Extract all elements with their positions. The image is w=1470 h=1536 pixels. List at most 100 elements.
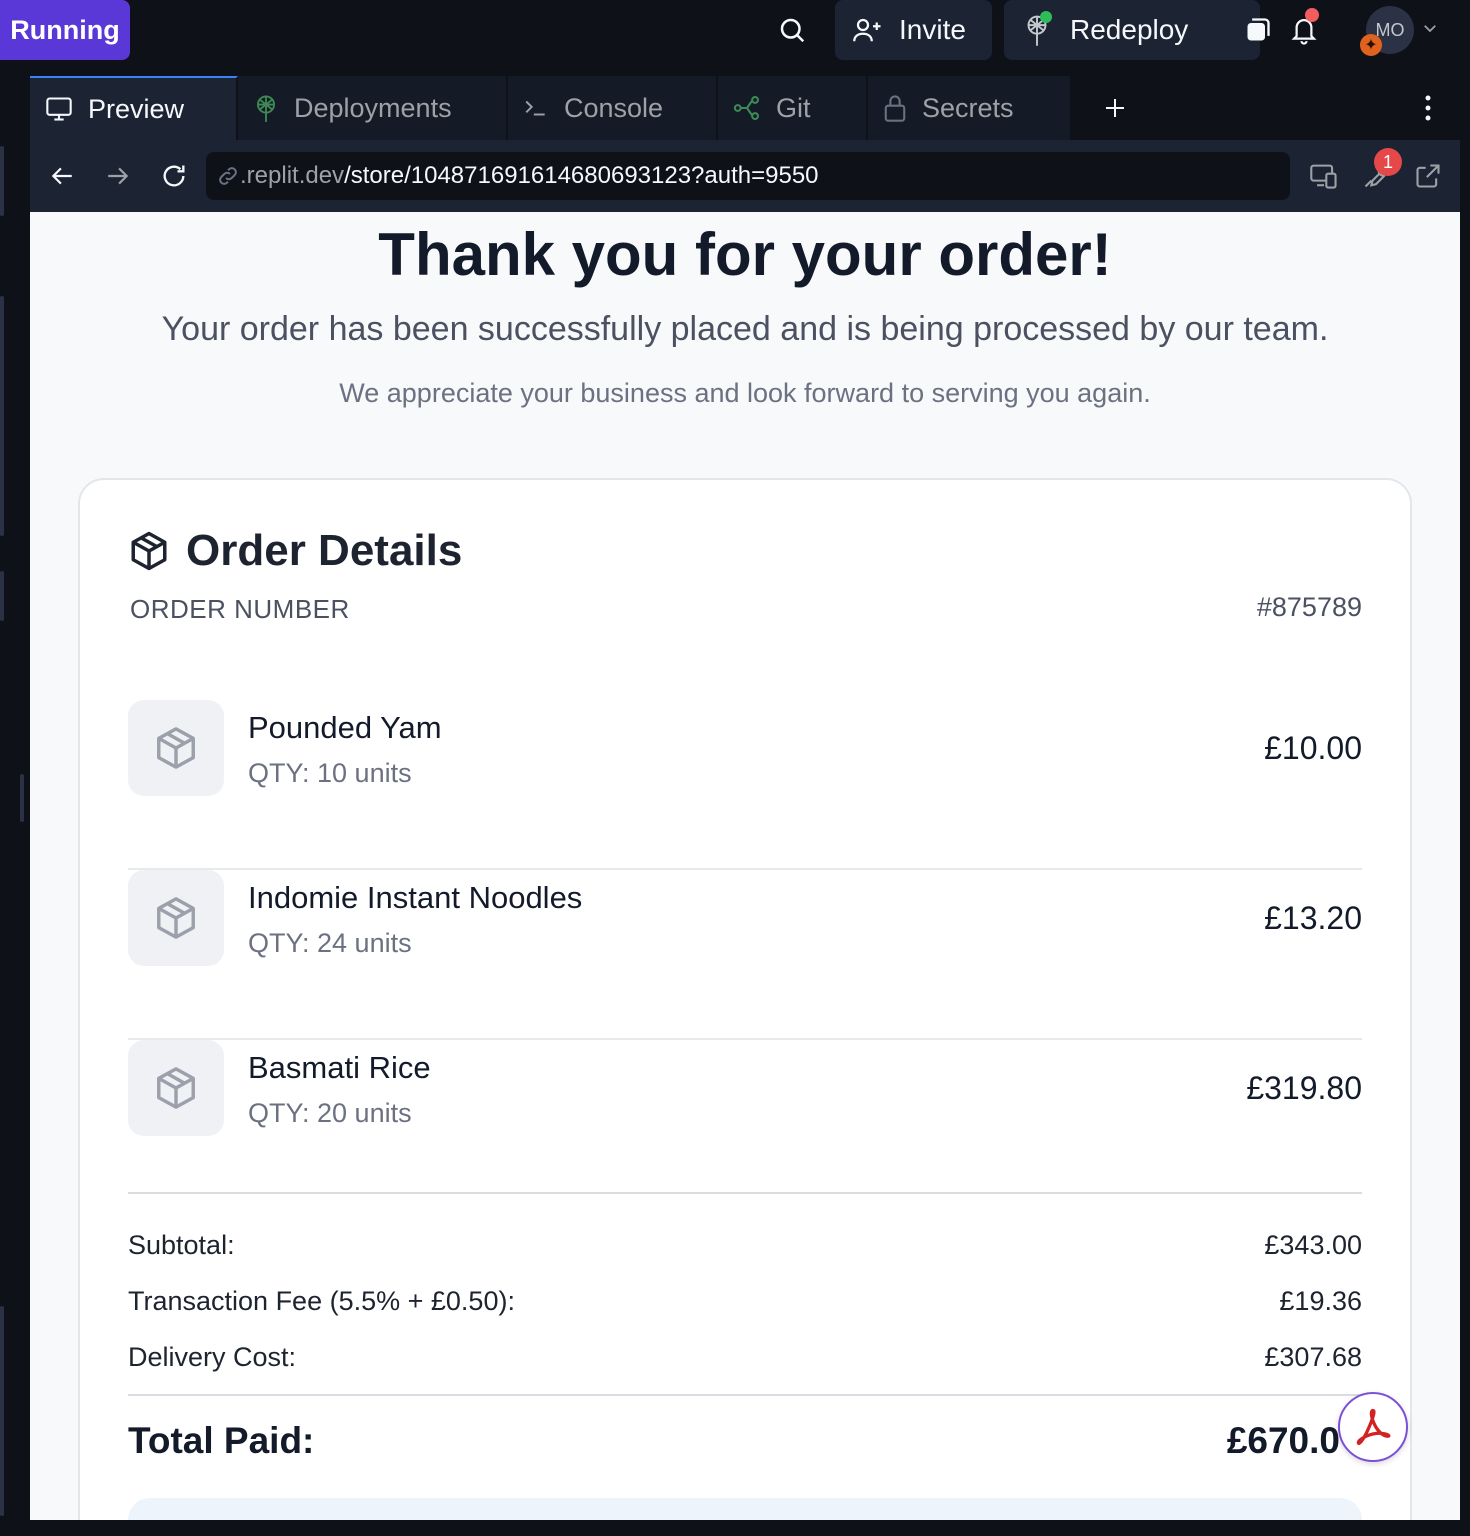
total-row: Total Paid: £670.0 xyxy=(128,1420,1362,1462)
running-button[interactable]: Running xyxy=(0,0,130,60)
chevron-down-icon[interactable] xyxy=(1418,16,1442,40)
avatar-initials: MO xyxy=(1375,19,1405,40)
tab-deployments[interactable]: Deployments xyxy=(238,76,508,140)
item-thumbnail xyxy=(128,700,224,796)
list-item: Basmati Rice QTY: 20 units £319.80 xyxy=(128,1040,1362,1210)
package-icon xyxy=(157,1067,195,1109)
link-icon xyxy=(219,167,237,185)
tab-secrets[interactable]: Secrets xyxy=(868,76,1072,140)
fee-label: Transaction Fee (5.5% + £0.50): xyxy=(128,1286,515,1316)
git-icon xyxy=(733,96,759,120)
tab-preview[interactable]: Preview xyxy=(30,76,238,140)
list-item: Indomie Instant Noodles QTY: 24 units £1… xyxy=(128,870,1362,1040)
preview-toolbar: .replit.dev/store/1048716916146806931​23… xyxy=(30,140,1460,212)
item-name: Basmati Rice xyxy=(248,1050,431,1085)
total-divider xyxy=(128,1394,1362,1396)
add-user-icon xyxy=(853,18,881,42)
fee-value: £19.36 xyxy=(1279,1286,1362,1316)
copy-window-icon[interactable] xyxy=(1244,16,1272,44)
info-box xyxy=(128,1498,1362,1520)
kebab-menu-icon xyxy=(1425,95,1431,121)
back-button[interactable] xyxy=(44,158,80,194)
external-link-icon xyxy=(1416,164,1440,188)
redeploy-button[interactable]: Redeploy xyxy=(1004,0,1270,60)
left-gutter xyxy=(0,76,30,1536)
preview-page: Thank you for your order! Your order has… xyxy=(30,212,1460,1520)
url-input[interactable]: .replit.dev/store/1048716916146806931​23… xyxy=(206,152,1290,200)
subtotal-label: Subtotal: xyxy=(128,1230,235,1260)
order-number-label: ORDER NUMBER xyxy=(130,594,350,624)
pdf-icon xyxy=(1356,1408,1391,1445)
subtotal-row: Subtotal: £343.00 xyxy=(128,1230,1362,1261)
tab-label: Console xyxy=(564,92,664,123)
resize-handle[interactable] xyxy=(20,774,24,822)
item-price: £319.80 xyxy=(1246,1070,1362,1106)
item-thumbnail xyxy=(128,1040,224,1136)
delivery-row: Delivery Cost: £307.68 xyxy=(128,1342,1362,1373)
pdf-button[interactable] xyxy=(1338,1392,1408,1462)
package-icon xyxy=(157,897,195,939)
summary-divider xyxy=(128,1192,1362,1194)
redeploy-label: Redeploy xyxy=(1070,14,1189,45)
invite-button[interactable]: Invite xyxy=(835,0,992,60)
order-details-card: Order Details ORDER NUMBER #875789 Pound… xyxy=(78,478,1412,1520)
item-qty: QTY: 10 units xyxy=(248,758,412,788)
refresh-icon xyxy=(163,165,185,187)
item-qty: QTY: 24 units xyxy=(248,928,412,958)
arrow-right-icon xyxy=(108,167,129,185)
deploy-status-icon xyxy=(1022,11,1052,47)
more-options-button[interactable] xyxy=(1410,76,1446,140)
plus-icon xyxy=(1106,99,1124,117)
arrow-left-icon xyxy=(51,167,72,185)
total-value: £670.0 xyxy=(1226,1420,1340,1461)
item-thumbnail xyxy=(128,870,224,966)
gutter-handle xyxy=(0,146,4,216)
item-qty: QTY: 20 units xyxy=(248,1098,412,1128)
devices-icon xyxy=(1310,164,1337,189)
package-icon xyxy=(131,531,167,571)
url-path: /store/1048716916146806931​23?auth=9550 xyxy=(344,162,819,189)
page-subtitle: Your order has been successfully placed … xyxy=(161,310,1329,348)
page-note: We appreciate your business and look for… xyxy=(339,378,1151,408)
delivery-label: Delivery Cost: xyxy=(128,1342,297,1372)
item-name: Pounded Yam xyxy=(248,710,442,745)
terminal-icon xyxy=(525,100,545,116)
reload-button[interactable] xyxy=(156,158,192,194)
sparkle-badge-icon: ✦ xyxy=(1360,34,1382,56)
card-title: Order Details xyxy=(186,526,463,575)
tab-git[interactable]: Git xyxy=(718,76,868,140)
device-toggle-button[interactable] xyxy=(1306,158,1342,194)
invite-label: Invite xyxy=(899,14,966,45)
deployments-icon xyxy=(257,95,275,122)
url-domain: .replit.dev xyxy=(240,162,345,189)
item-price: £10.00 xyxy=(1264,730,1362,766)
item-price: £13.20 xyxy=(1264,900,1362,936)
gutter-handle xyxy=(0,296,4,536)
gutter-handle xyxy=(0,1306,4,1516)
forward-button[interactable] xyxy=(100,158,136,194)
search-icon[interactable] xyxy=(772,10,812,50)
card-header: Order Details xyxy=(128,526,462,576)
tab-console[interactable]: Console xyxy=(508,76,718,140)
list-item: Pounded Yam QTY: 10 units £10.00 xyxy=(128,700,1362,870)
lock-icon xyxy=(884,95,906,122)
subtotal-value: £343.00 xyxy=(1264,1230,1362,1260)
notification-dot xyxy=(1305,8,1319,22)
open-new-tab-button[interactable] xyxy=(1410,158,1446,194)
item-name: Indomie Instant Noodles xyxy=(248,880,583,915)
tab-label: Secrets xyxy=(922,92,1014,123)
workspace-header: Running Invite Redeploy MO ✦ xyxy=(0,0,1470,72)
total-label: Total Paid: xyxy=(128,1420,315,1461)
fee-row: Transaction Fee (5.5% + £0.50): £19.36 xyxy=(128,1286,1362,1317)
devtools-badge: 1 xyxy=(1374,148,1402,176)
delivery-value: £307.68 xyxy=(1264,1342,1362,1372)
gutter-handle xyxy=(0,571,4,621)
tab-label: Deployments xyxy=(294,92,452,123)
tab-label: Preview xyxy=(88,93,185,124)
tab-label: Git xyxy=(776,92,811,123)
page-title: Thank you for your order! xyxy=(378,221,1112,288)
package-icon xyxy=(157,727,195,769)
add-tab-button[interactable] xyxy=(1090,76,1140,140)
pane-tabs: Preview Deployments Console Git Secrets xyxy=(30,76,1460,140)
order-number: #875789 xyxy=(1256,592,1362,622)
